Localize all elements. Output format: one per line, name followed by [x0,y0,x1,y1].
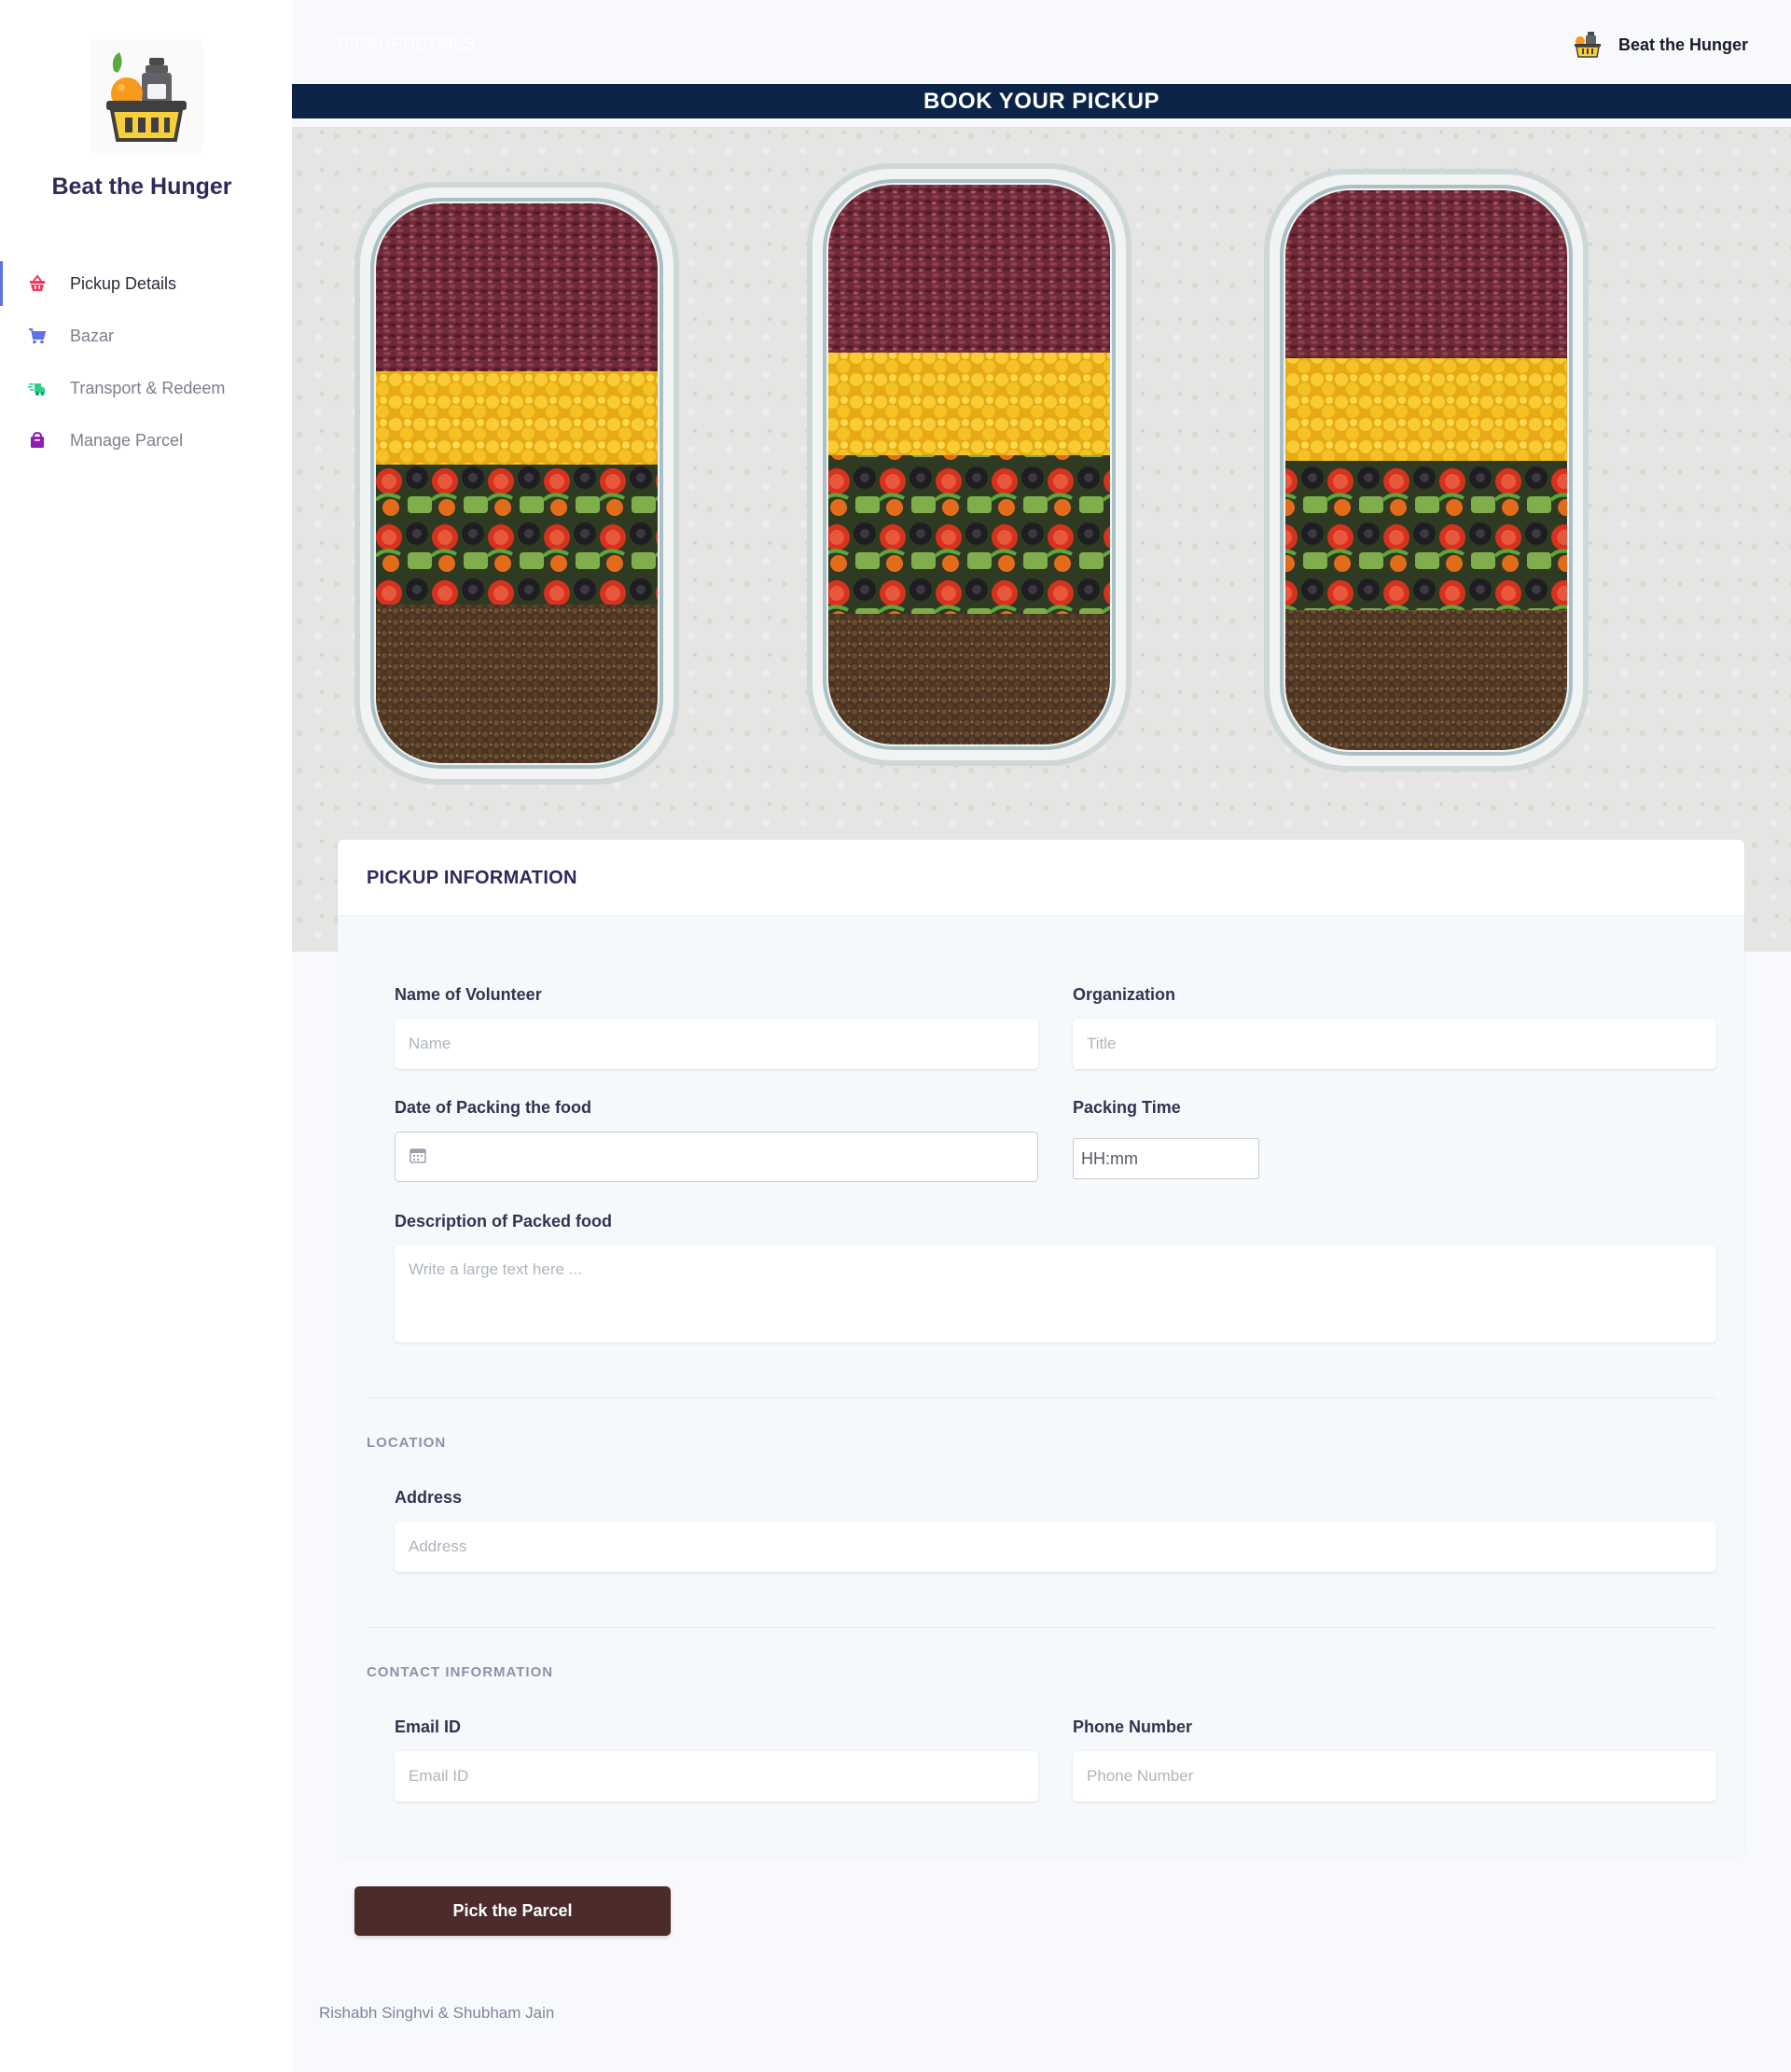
pick-parcel-button[interactable]: Pick the Parcel [354,1886,671,1936]
sidebar-item-label: Manage Parcel [70,430,184,450]
user-name[interactable]: Beat the Hunger [1618,35,1748,55]
phone-input[interactable]: Phone Number [1073,1751,1716,1801]
sidebar-item-label: Bazar [70,326,115,345]
meal-prep-photo [292,127,1791,952]
cart-icon [28,327,47,345]
hero-image [292,127,1791,952]
description-label: Description of Packed food [395,1212,613,1231]
page-banner: BOOK YOUR PICKUP [292,84,1791,118]
contact-heading: CONTACT INFORMATION [367,1664,554,1680]
footer-credits: Rishabh Singhvi & Shubham Jain [319,2004,555,2022]
sidebar-item-transport-redeem[interactable]: Transport & Redeem [0,362,292,414]
address-input[interactable]: Address [395,1522,1716,1572]
form-title: PICKUP INFORMATION [367,868,577,888]
volunteer-label: Name of Volunteer [395,985,542,1004]
user-avatar-icon[interactable] [1572,28,1604,60]
sidebar-item-bazar[interactable]: Bazar [0,310,292,362]
packing-date-input[interactable] [395,1132,1038,1182]
brand-name: Beat the Hunger [51,174,232,200]
basket-logo-icon [106,52,187,142]
organization-input[interactable]: Title [1073,1019,1716,1069]
delivery-truck-icon [28,379,47,397]
pickup-form-card: PICKUP INFORMATION Name of Volunteer Nam… [338,840,1744,1856]
basket-icon [28,274,47,293]
sidebar-item-manage-parcel[interactable]: Manage Parcel [0,414,292,466]
description-textarea[interactable]: Write a large text here ... [395,1245,1716,1342]
breadcrumb[interactable]: PICKUPDETAILS [338,35,475,54]
section-divider [367,1627,1716,1628]
sidebar: Beat the Hunger Pickup Details Bazar Tra… [0,0,292,2072]
parcel-bag-icon [28,431,47,450]
packing-time-label: Packing Time [1073,1098,1181,1117]
volunteer-name-input[interactable]: Name [395,1019,1038,1069]
email-input[interactable]: Email ID [395,1751,1038,1801]
packing-date-label: Date of Packing the food [395,1098,592,1117]
organization-label: Organization [1073,985,1176,1004]
phone-label: Phone Number [1073,1717,1193,1736]
sidebar-nav: Pickup Details Bazar Transport & Redeem … [0,257,292,466]
calendar-icon [410,1147,426,1168]
location-heading: LOCATION [367,1435,447,1451]
email-label: Email ID [395,1717,462,1736]
top-navbar: PICKUPDETAILS Beat the Hunger [292,0,1791,84]
address-label: Address [395,1488,463,1507]
packing-time-input[interactable]: HH:mm [1073,1138,1259,1179]
sidebar-item-pickup-details[interactable]: Pickup Details [0,257,292,310]
sidebar-item-label: Transport & Redeem [70,378,226,397]
sidebar-item-label: Pickup Details [70,273,177,293]
brand-logo[interactable] [90,39,203,153]
